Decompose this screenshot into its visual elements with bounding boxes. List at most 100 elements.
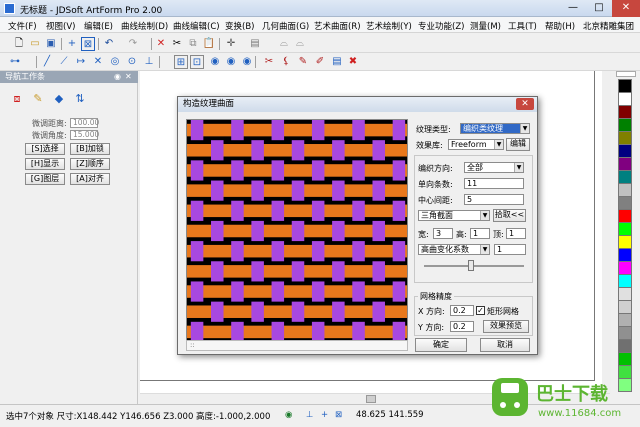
lock-button[interactable]: [B]加锁 — [70, 143, 110, 155]
grid-icon[interactable]: ⊞ — [174, 55, 188, 69]
menu-help[interactable]: 帮助(H) — [545, 20, 575, 32]
vertical-scrollbar[interactable] — [602, 71, 611, 393]
trim2-icon[interactable]: ✐ — [313, 55, 327, 69]
join-icon[interactable]: ⚸ — [279, 55, 293, 69]
eye-icon[interactable]: ◉ — [208, 55, 222, 69]
extend-icon[interactable]: ↦ — [74, 55, 88, 69]
pin-icon[interactable]: ◉ — [114, 71, 121, 83]
edit-button[interactable]: 编辑 — [506, 138, 530, 151]
open-icon[interactable]: ▭ — [28, 37, 42, 51]
color-swatch[interactable] — [618, 261, 632, 275]
menu-transform[interactable]: 变换(B) — [225, 20, 254, 32]
eye3-icon[interactable]: ◉ — [240, 55, 254, 69]
perpendicular-icon[interactable]: ⊥ — [142, 55, 156, 69]
show-button[interactable]: [H]显示 — [25, 158, 65, 170]
panel-close-icon[interactable]: ✕ — [125, 71, 132, 83]
sort-tab-icon[interactable]: ⇅ — [72, 91, 88, 107]
menu-measure[interactable]: 测量(M) — [470, 20, 501, 32]
color-swatch[interactable] — [618, 157, 632, 171]
menu-curve-draw[interactable]: 曲线绘制(D) — [121, 20, 168, 32]
color-swatch[interactable] — [618, 352, 632, 366]
preview-button[interactable]: 效果预览 — [483, 320, 529, 333]
close-button[interactable]: ✕ — [612, 0, 640, 17]
pick-button[interactable]: 拾取<< — [493, 209, 526, 222]
height-input[interactable]: 1 — [470, 228, 490, 239]
clear-icon[interactable]: ✖ — [346, 55, 360, 69]
new-icon[interactable]: 🗋 — [12, 37, 26, 51]
unit-count-input[interactable]: 11 — [464, 178, 524, 189]
texture-type-select[interactable]: 编织类纹理 ▼ — [460, 123, 530, 134]
color-swatch[interactable] — [618, 274, 632, 288]
cut-icon[interactable]: ✂ — [170, 37, 184, 51]
angle-input[interactable]: 15.000 — [70, 130, 99, 140]
color-swatch[interactable] — [618, 209, 632, 223]
effect-lib-select[interactable]: Freeform ▼ — [448, 139, 504, 150]
color-swatch[interactable] — [618, 144, 632, 158]
save-icon[interactable]: ▣ — [44, 37, 58, 51]
redo-icon[interactable]: ↷ — [126, 37, 140, 51]
cross-icon[interactable]: ✕ — [91, 55, 105, 69]
color-swatch[interactable] — [618, 313, 632, 327]
snap-status-icon[interactable]: ⊥ — [306, 410, 313, 420]
scroll-thumb[interactable] — [366, 395, 376, 403]
x-dir-input[interactable]: 0.2 — [450, 305, 474, 316]
offset-input[interactable]: 100.00 — [70, 118, 99, 128]
color-swatch[interactable] — [618, 235, 632, 249]
variation-input[interactable]: 1 — [494, 244, 526, 255]
menu-curve-edit[interactable]: 曲线编辑(C) — [173, 20, 220, 32]
snap-icon[interactable]: ⊡ — [190, 55, 204, 69]
menu-pro-functions[interactable]: 专业功能(Z) — [418, 20, 464, 32]
section-select[interactable]: 三角截面 ▼ — [418, 210, 490, 221]
arc-icon[interactable]: ⊙ — [125, 55, 139, 69]
order-button[interactable]: [Z]顺序 — [70, 158, 110, 170]
layer-button[interactable]: [G]图层 — [25, 173, 65, 185]
properties-icon[interactable]: ▤ — [330, 55, 344, 69]
paint-tab-icon[interactable]: ✎ — [30, 91, 46, 107]
variation-select[interactable]: 高曲变化系数 ▼ — [418, 244, 490, 255]
trim-icon[interactable]: ✎ — [296, 55, 310, 69]
menu-geometry-surface[interactable]: 几何曲面(G) — [262, 20, 309, 32]
maximize-button[interactable]: □ — [586, 0, 612, 17]
rect-grid-checkbox[interactable]: ✓ — [476, 306, 485, 315]
eye2-icon[interactable]: ◉ — [224, 55, 238, 69]
center-gap-input[interactable]: 5 — [464, 194, 524, 205]
globe-icon[interactable]: ◉ — [285, 410, 292, 420]
layer-tab-icon[interactable]: ⧈ — [9, 91, 25, 107]
menu-file[interactable]: 文件(F) — [8, 20, 37, 32]
angle-line-icon[interactable]: ⟋ — [57, 55, 71, 69]
color-swatch[interactable] — [618, 79, 632, 93]
variation-slider-thumb[interactable] — [468, 260, 474, 271]
crosshair-icon[interactable]: + — [65, 37, 79, 51]
minimize-button[interactable]: — — [560, 0, 586, 17]
menu-edit[interactable]: 编辑(E) — [84, 20, 113, 32]
surface2-icon[interactable]: ⌓ — [293, 37, 307, 51]
move-icon[interactable]: ✛ — [224, 37, 238, 51]
color-swatch[interactable] — [618, 248, 632, 262]
color-swatch[interactable] — [618, 339, 632, 353]
undo-icon[interactable]: ↶ — [102, 37, 116, 51]
variation-slider-track[interactable] — [424, 265, 524, 267]
color-swatch[interactable] — [618, 131, 632, 145]
menu-view[interactable]: 视图(V) — [46, 20, 75, 32]
color-swatch[interactable] — [618, 92, 632, 106]
zoom-box-icon[interactable]: ⊠ — [81, 37, 95, 51]
view-icon[interactable]: ▤ — [248, 37, 262, 51]
color-swatch[interactable] — [618, 196, 632, 210]
color-swatch[interactable] — [618, 170, 632, 184]
line-icon[interactable]: ╱ — [40, 55, 54, 69]
color-swatch[interactable] — [618, 287, 632, 301]
y-dir-input[interactable]: 0.2 — [450, 321, 474, 332]
cancel-button[interactable]: 取消 — [480, 338, 530, 352]
dialog-close-button[interactable]: ✕ — [516, 98, 534, 110]
align-button[interactable]: [A]对齐 — [70, 173, 110, 185]
surface-icon[interactable]: ⌓ — [277, 37, 291, 51]
node-icon[interactable]: ⊶ — [8, 55, 22, 69]
menu-art-draw[interactable]: 艺术绘制(Y) — [366, 20, 412, 32]
color-swatch[interactable] — [618, 326, 632, 340]
color-swatch[interactable] — [618, 105, 632, 119]
color-swatch[interactable] — [618, 183, 632, 197]
zoom-status-icon[interactable]: ⊠ — [335, 410, 342, 420]
width-input[interactable]: 3 — [433, 228, 453, 239]
delete-icon[interactable]: ✕ — [154, 37, 168, 51]
object-tab-icon[interactable]: ◆ — [51, 91, 67, 107]
